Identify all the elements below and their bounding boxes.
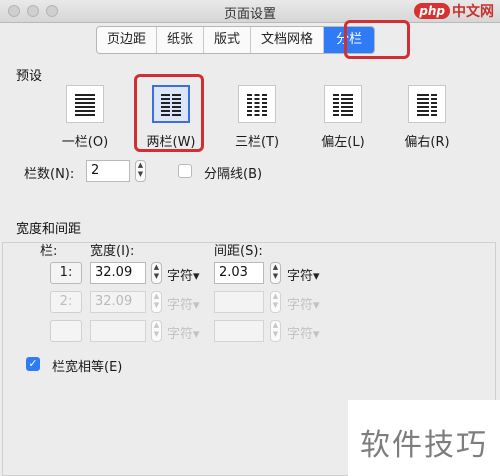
column-number-1[interactable]: 1:: [50, 262, 82, 284]
three-columns-icon: [238, 85, 276, 123]
title-bar: 页面设置 php 中文网: [0, 0, 500, 23]
column-number-2: 2:: [50, 291, 82, 313]
spacing-unit-dropdown-2: 字符▾: [287, 294, 320, 313]
preset-label: 偏右(R): [404, 135, 450, 150]
preset-left-column[interactable]: 偏左(L): [318, 85, 368, 150]
spacing-input-2: [214, 291, 264, 313]
width-header: 宽度(I):: [90, 244, 135, 259]
dropdown-arrow-icon: ▾: [193, 269, 200, 284]
width-input-2: 32.09: [90, 291, 146, 313]
spacing-stepper-1[interactable]: ▲ ▼: [270, 262, 281, 284]
width-unit-3: 字符: [167, 327, 194, 342]
width-stepper-3: ▲ ▼: [151, 320, 162, 342]
tab-layout[interactable]: 版式: [204, 27, 252, 53]
spacing-input-3: [214, 320, 264, 342]
spacing-stepper-3: ▲ ▼: [270, 320, 281, 342]
preset-right-column[interactable]: 偏右(R): [402, 85, 452, 150]
spacing-unit-2: 字符: [287, 298, 314, 313]
dropdown-arrow-icon: ▾: [313, 269, 320, 284]
checkmark-icon: ✓: [28, 357, 38, 370]
php-logo: php: [414, 3, 450, 19]
columns-count-stepper[interactable]: ▲ ▼: [135, 160, 146, 182]
dropdown-arrow-icon: ▾: [193, 327, 200, 342]
spacing-header: 间距(S):: [214, 244, 263, 259]
width-spacing-heading: 宽度和间距: [16, 222, 82, 237]
dropdown-arrow-icon: ▾: [193, 298, 200, 313]
equal-width-label: 栏宽相等(E): [52, 360, 123, 375]
width-unit-dropdown-1[interactable]: 字符▾: [167, 265, 200, 284]
divider-label: 分隔线(B): [204, 167, 263, 182]
divider-checkbox[interactable]: [178, 164, 192, 178]
watermark-logo: php 中文网: [414, 0, 494, 22]
preset-label: 一栏(O): [61, 135, 109, 150]
spacing-input-1[interactable]: 2.03: [214, 262, 264, 284]
width-unit-2: 字符: [167, 298, 194, 313]
width-unit-dropdown-2: 字符▾: [167, 294, 200, 313]
dropdown-arrow-icon: ▾: [313, 298, 320, 313]
preset-label: 偏左(L): [321, 135, 365, 150]
right-column-icon: [408, 85, 446, 123]
columns-count-label: 栏数(N):: [24, 167, 75, 182]
tab-paper[interactable]: 纸张: [157, 27, 205, 53]
tab-bar: 页边距 纸张 版式 文档网格 分栏: [96, 26, 376, 54]
presets-heading: 预设: [16, 69, 43, 84]
one-column-icon: [66, 85, 104, 123]
width-unit-1: 字符: [167, 269, 194, 284]
left-column-icon: [324, 85, 362, 123]
highlight-box-preset: [134, 74, 204, 152]
width-unit-dropdown-3: 字符▾: [167, 323, 200, 342]
spacing-unit-3: 字符: [287, 327, 314, 342]
tab-margins[interactable]: 页边距: [97, 27, 158, 53]
preset-one-column[interactable]: 一栏(O): [60, 85, 110, 150]
equal-width-checkbox[interactable]: ✓: [26, 357, 40, 371]
width-input-1[interactable]: 32.09: [90, 262, 146, 284]
spacing-unit-dropdown-3: 字符▾: [287, 323, 320, 342]
tab-document-grid[interactable]: 文档网格: [251, 27, 325, 53]
spacing-unit-1: 字符: [287, 269, 314, 284]
width-input-3: [90, 320, 146, 342]
preset-label: 三栏(T): [234, 135, 280, 150]
columns-count-input[interactable]: 2: [86, 160, 130, 182]
highlight-box-tab: [344, 20, 410, 59]
width-stepper-1[interactable]: ▲ ▼: [151, 262, 162, 284]
col-header: 栏:: [40, 244, 58, 259]
column-number-3: [50, 320, 82, 342]
watermark-site-name: 中文网: [452, 4, 494, 20]
watermark-bottom-text: 软件技巧: [360, 428, 488, 463]
spacing-unit-dropdown-1[interactable]: 字符▾: [287, 265, 320, 284]
dropdown-arrow-icon: ▾: [313, 327, 320, 342]
width-stepper-2: ▲ ▼: [151, 291, 162, 313]
preset-three-columns[interactable]: 三栏(T): [232, 85, 282, 150]
spacing-stepper-2: ▲ ▼: [270, 291, 281, 313]
